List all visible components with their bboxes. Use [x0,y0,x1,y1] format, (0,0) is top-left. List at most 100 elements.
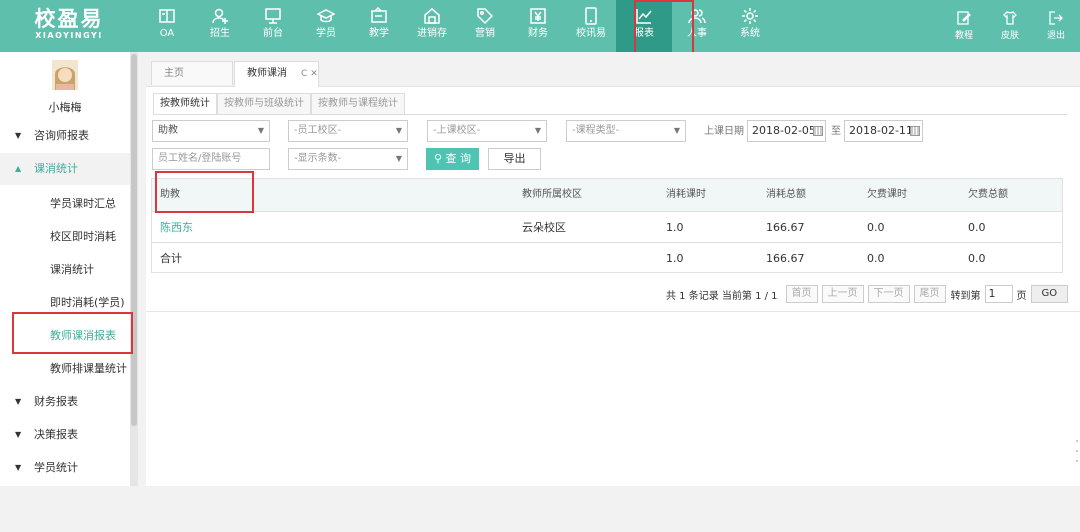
last-page-button[interactable]: 尾页 [913,285,946,303]
role-select[interactable]: 助教 ▼ [152,120,270,142]
menu-decision-reports[interactable]: ▼ 决策报表 [0,419,130,451]
refresh-icon[interactable]: C [301,69,307,79]
table-cell: 166.67 [766,252,805,265]
query-button[interactable]: ⚲ 查 询 [426,148,479,170]
caret-down-icon: ▼ [15,430,22,439]
chevron-down-icon: ▼ [534,126,541,135]
course-type-select[interactable]: -课程类型- ▼ [566,120,686,142]
menu-teacher-schedule-stats[interactable]: 教师排课量统计 [0,353,130,385]
menu-label: 咨询师报表 [34,129,89,142]
nav-finance[interactable]: 财务 [519,0,557,52]
nav-inventory[interactable]: 进销存 [413,0,451,52]
name-search-input[interactable]: 员工姓名/登陆账号 [152,148,270,170]
menu-student-stats[interactable]: ▼ 学员统计 [0,452,130,484]
prev-page-button[interactable]: 上一页 [821,285,864,303]
tab-teacher-consumption[interactable]: 教师课消 C ✕ [234,61,319,87]
skin-button[interactable]: 皮肤 [994,0,1026,52]
nav-marketing[interactable]: 营销 [466,0,504,52]
menu-counselor-reports[interactable]: ▼ 咨询师报表 [0,120,130,152]
report-table: 助教 教师所属校区 消耗课时 消耗总额 欠费课时 欠费总额 陈西东 云朵校区 1… [151,171,1063,273]
column-header[interactable]: 消耗总额 [766,179,806,211]
menu-class-consumption[interactable]: ▲ 课消统计 [0,153,130,185]
nav-hr[interactable]: 人事 [678,0,716,52]
subtab-label: 按教师与课程统计 [318,98,398,109]
export-button[interactable]: 导出 [488,148,541,170]
tutorial-button[interactable]: 教程 [948,0,980,52]
date-value: 2018-02-05 [752,124,816,137]
top-tools: 教程 皮肤 退出 [934,0,1072,52]
select-value: -显示条数- [294,153,342,164]
shirt-icon [1003,11,1017,25]
nav-label: 财务 [528,28,548,39]
table-row: 陈西东 云朵校区 1.0 166.67 0.0 0.0 [152,211,1062,242]
column-header[interactable]: 欠费总额 [968,179,1008,211]
nav-messaging[interactable]: 校讯易 [572,0,610,52]
close-icon[interactable]: ✕ [310,69,318,79]
subtab-label: 按教师与班级统计 [224,98,304,109]
teacher-name-link[interactable]: 陈西东 [160,212,193,243]
content-divider [146,311,1080,312]
subtab-label: 按教师统计 [160,98,210,109]
table-cell: 0.0 [867,252,885,265]
table-cell: 1.0 [666,252,684,265]
user-name: 小梅梅 [48,101,82,114]
scroll-thumb[interactable] [131,54,137,426]
nav-teaching[interactable]: 教学 [360,0,398,52]
next-page-button[interactable]: 下一页 [867,285,910,303]
nav-label: 系统 [740,28,760,39]
nav-label: 教学 [369,28,389,39]
date-to-input[interactable]: 2018-02-11 [844,120,923,142]
date-from-input[interactable]: 2018-02-05 [747,120,826,142]
tab-label: 主页 [164,68,184,79]
staff-campus-select[interactable]: -员工校区- ▼ [288,120,408,142]
logo-cn: 校盈易 [34,6,104,31]
input-placeholder: 员工姓名/登陆账号 [158,153,242,164]
caret-down-icon: ▼ [15,463,22,472]
nav-oa[interactable]: OA [148,0,186,52]
gear-icon [742,8,758,24]
calendar-icon[interactable] [910,126,920,136]
goto-label: 转到第 [950,290,981,302]
date-value: 2018-02-11 [849,124,913,137]
avatar[interactable] [52,60,78,90]
tab-home[interactable]: 主页 [151,61,233,85]
column-header[interactable]: 教师所属校区 [522,179,582,211]
nav-enroll[interactable]: 招生 [201,0,239,52]
first-page-button[interactable]: 首页 [785,285,818,303]
chevron-down-icon: ▼ [257,126,264,135]
column-header[interactable]: 消耗课时 [666,179,706,211]
tab-by-teacher-class[interactable]: 按教师与班级统计 [217,93,311,114]
monitor-icon [265,8,281,24]
calendar-icon[interactable] [813,126,823,136]
tab-by-teacher-course[interactable]: 按教师与课程统计 [311,93,405,114]
table-cell: 1.0 [666,221,684,234]
page-size-select[interactable]: -显示条数- ▼ [288,148,408,170]
go-button[interactable]: GO [1030,285,1069,303]
main-panel: 主页 教师课消 C ✕ 按教师统计 按教师与班级统计 按教师与课程统计 助教 ▼ -员… [146,52,1080,486]
warehouse-icon [424,8,440,24]
enroll-icon [212,8,228,24]
logout-icon [1049,11,1063,25]
people-icon [688,9,706,24]
class-campus-select[interactable]: -上课校区- ▼ [427,120,547,142]
sub-tabs: 按教师统计 按教师与班级统计 按教师与课程统计 [153,93,405,114]
date-to-label: 至 [831,126,841,137]
menu-campus-instant-consumption[interactable]: 校区即时消耗 [0,221,130,253]
menu-finance-reports[interactable]: ▼ 财务报表 [0,386,130,418]
nav-system[interactable]: 系统 [731,0,769,52]
logout-button[interactable]: 退出 [1040,0,1072,52]
menu-consumption-stats[interactable]: 课消统计 [0,254,130,286]
nav-label: 招生 [210,28,230,39]
nav-reports[interactable]: 报表 [616,0,672,52]
scroll-dots [1074,432,1080,532]
main-nav: OA 招生 前台 学员 教学 进销存 营销 财务 校讯易 报表 人事 系统 [148,0,784,52]
tab-by-teacher[interactable]: 按教师统计 [153,93,217,114]
nav-front-desk[interactable]: 前台 [254,0,292,52]
tool-label: 退出 [1046,31,1065,41]
menu-student-hours-summary[interactable]: 学员课时汇总 [0,188,130,220]
page-number-input[interactable]: 1 [984,285,1013,303]
nav-students[interactable]: 学员 [307,0,345,52]
column-header[interactable]: 欠费课时 [867,179,907,211]
button-label: 查 询 [445,152,472,165]
sidebar-scrollbar[interactable] [130,52,138,486]
